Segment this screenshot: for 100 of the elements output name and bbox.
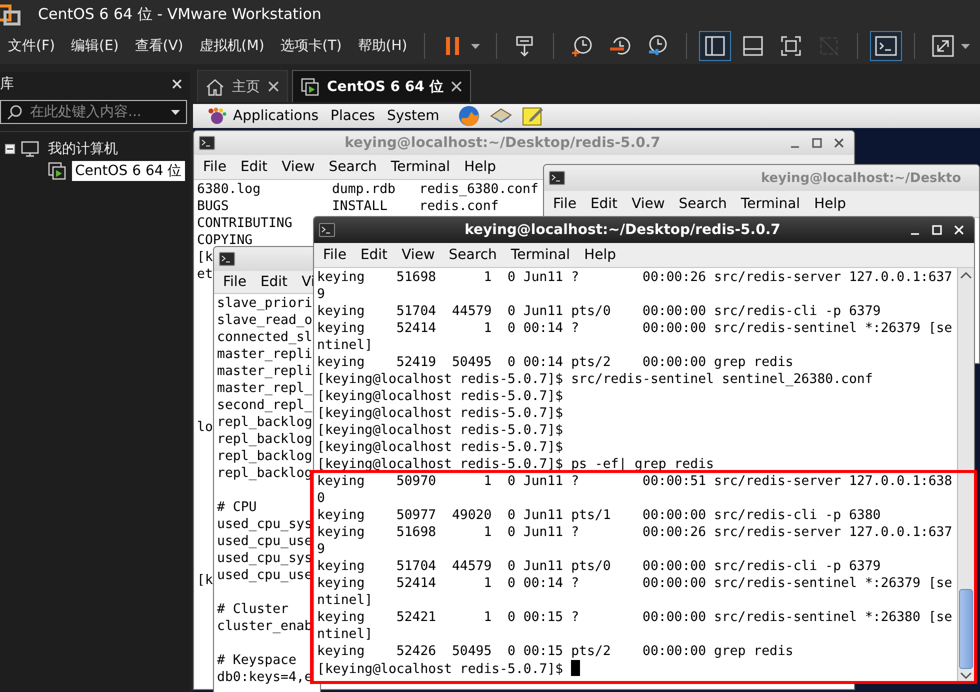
scrollbar[interactable]: [957, 268, 974, 683]
menu-item[interactable]: File: [546, 196, 584, 212]
caret-icon[interactable]: [171, 110, 180, 114]
menu-item[interactable]: Help: [577, 247, 623, 263]
close-icon[interactable]: [451, 81, 462, 92]
window-title: keying@localhost:~/Desktop/redis-5.0.7: [344, 135, 662, 151]
menu-item[interactable]: 文件(F): [0, 33, 63, 59]
menu-item[interactable]: 帮助(H): [350, 33, 416, 59]
terminal-line: keying 51698 1 0 Jun11 ? 00:00:26 src/redis-server 127.0.0.1:637: [317, 525, 952, 540]
terminal-icon: [549, 171, 565, 185]
foot-icon: [207, 107, 227, 125]
search-field[interactable]: 在此处键入内容...: [0, 100, 187, 124]
terminal-line: COPYING: [197, 233, 253, 248]
menu-item[interactable]: Search: [322, 159, 384, 175]
search-icon: [7, 104, 22, 120]
collapse-icon[interactable]: [5, 144, 15, 154]
panel-menu[interactable]: Applications: [201, 107, 325, 125]
terminal-line: # CPU: [217, 500, 257, 515]
menu-item[interactable]: Help: [457, 159, 503, 175]
tab[interactable]: CentOS 6 64 位: [292, 70, 472, 102]
terminal-line: master_repli: [217, 347, 312, 362]
window-title: keying@localhost:~/Desktop/redis-5.0.7: [464, 222, 782, 238]
vm-icon: [301, 78, 319, 96]
tree-item[interactable]: 我的计算机: [45, 139, 121, 159]
menu-item[interactable]: 查看(V): [126, 33, 192, 59]
terminal-line: 9: [317, 287, 325, 302]
terminal-line: repl_backlog: [217, 415, 312, 430]
terminal-line: [keying@localhost redis-5.0.7]$: [317, 389, 564, 404]
caret-icon[interactable]: [471, 44, 480, 48]
menu-item[interactable]: Search: [442, 247, 504, 263]
terminal-line: [keying@localhost redis-5.0.7]$ ps -ef| grep redis: [317, 457, 714, 472]
terminal-line: keying 50977 49020 0 Jun11 pts/1 00:00:00 src/redis-cli -p 6380: [317, 508, 881, 523]
terminal-line: lo: [197, 420, 213, 435]
close-icon[interactable]: [834, 138, 844, 148]
window-title: CentOS 6 64 位 - VMware Workstation: [38, 4, 322, 24]
menu-item[interactable]: Terminal: [384, 159, 458, 175]
menu-item[interactable]: Edit: [233, 159, 275, 175]
menu-item[interactable]: 虚拟机(M): [191, 33, 272, 59]
terminal-line: [keying@localhost redis-5.0.7]$: [317, 406, 564, 421]
terminal-line: [keying@localhost redis-5.0.7]$: [317, 662, 564, 677]
terminal-line: keying 50970 1 0 Jun11 ? 00:00:51 src/redis-server 127.0.0.1:638: [317, 474, 952, 489]
terminal-line: slave_read_o: [217, 313, 312, 328]
terminal-line: ntinel]: [317, 627, 373, 642]
terminal-line: [keying@localhost redis-5.0.7]$ src/redis-sentinel sentinel_26380.conf: [317, 372, 873, 387]
expand-icon: [931, 34, 956, 58]
vm-icon: [48, 162, 66, 180]
terminal-line: BUGS INSTALL redis.conf: [197, 199, 499, 214]
terminal-line: repl_backlog: [217, 432, 312, 447]
menu-item[interactable]: View: [394, 247, 442, 263]
scrollbar-thumb[interactable]: [959, 589, 973, 669]
terminal-line: used_cpu_use: [217, 568, 312, 583]
tab[interactable]: 主页: [197, 70, 288, 102]
terminal-icon: [874, 34, 898, 58]
panel-menu[interactable]: Places: [324, 108, 382, 124]
menu-item[interactable]: 选项卡(T): [272, 33, 350, 59]
maximize-icon[interactable]: [812, 138, 822, 148]
menu-item[interactable]: Edit: [583, 196, 625, 212]
terminal-icon: [219, 252, 235, 266]
terminal-line: cluster_enab: [217, 619, 312, 634]
panel-layout-icon: [741, 34, 766, 58]
menu-item[interactable]: Edit: [353, 247, 395, 263]
menu-item[interactable]: Terminal: [504, 247, 578, 263]
toolbar-button[interactable]: [870, 31, 902, 61]
terminal-line: # Cluster: [217, 602, 288, 617]
window-title: keying@localhost:~/Deskto: [761, 170, 962, 186]
menu-item[interactable]: Search: [672, 196, 734, 212]
terminal-line: keying 52419 50495 0 00:14 pts/2 00:00:00 grep redis: [317, 355, 794, 370]
menu-item[interactable]: View: [624, 196, 672, 212]
caret-icon[interactable]: [961, 44, 970, 48]
panel-menu[interactable]: System: [381, 108, 446, 124]
tree-item[interactable]: CentOS 6 64 位: [72, 161, 185, 181]
menu-item[interactable]: Terminal: [734, 196, 808, 212]
terminal-line: used_cpu_sys: [217, 517, 312, 532]
terminal-line: db0:keys=4,e: [217, 670, 312, 685]
fullscreen-icon: [779, 34, 804, 58]
home-icon: [206, 78, 224, 96]
terminal-line: [k: [197, 250, 213, 265]
menu-item[interactable]: View: [274, 159, 322, 175]
terminal-line: keying 52414 1 0 00:14 ? 00:00:00 src/redis-sentinel *:26379 [se: [317, 321, 952, 336]
toolbar-button[interactable]: [699, 31, 732, 61]
panel-title: 库: [0, 75, 14, 93]
terminal-line: slave_priori: [217, 296, 312, 311]
menu-item[interactable]: Help: [807, 196, 853, 212]
globe-icon[interactable]: [457, 104, 482, 128]
menu-item[interactable]: 编辑(E): [62, 33, 127, 59]
terminal-line: used_cpu_sys: [217, 551, 312, 566]
terminal-line: repl_backlog: [217, 449, 312, 464]
terminal-line: second_repl_: [217, 398, 312, 413]
terminal-line: ntinel]: [317, 338, 373, 353]
menu-item[interactable]: File: [216, 274, 254, 290]
menu-item[interactable]: File: [316, 247, 354, 263]
computer-icon: [21, 141, 39, 157]
menu-item[interactable]: File: [196, 159, 234, 175]
terminal-line: connected_sl: [217, 330, 312, 345]
close-icon[interactable]: [268, 81, 279, 92]
terminal-line: keying 51698 1 0 Jun11 ? 00:00:26 src/redis-server 127.0.0.1:637: [317, 270, 952, 285]
terminal-line: 0: [317, 491, 325, 506]
menu-item[interactable]: Edit: [253, 274, 295, 290]
sidebar-layout-icon: [703, 34, 728, 58]
terminal-line: [keying@localhost redis-5.0.7]$: [317, 423, 564, 438]
